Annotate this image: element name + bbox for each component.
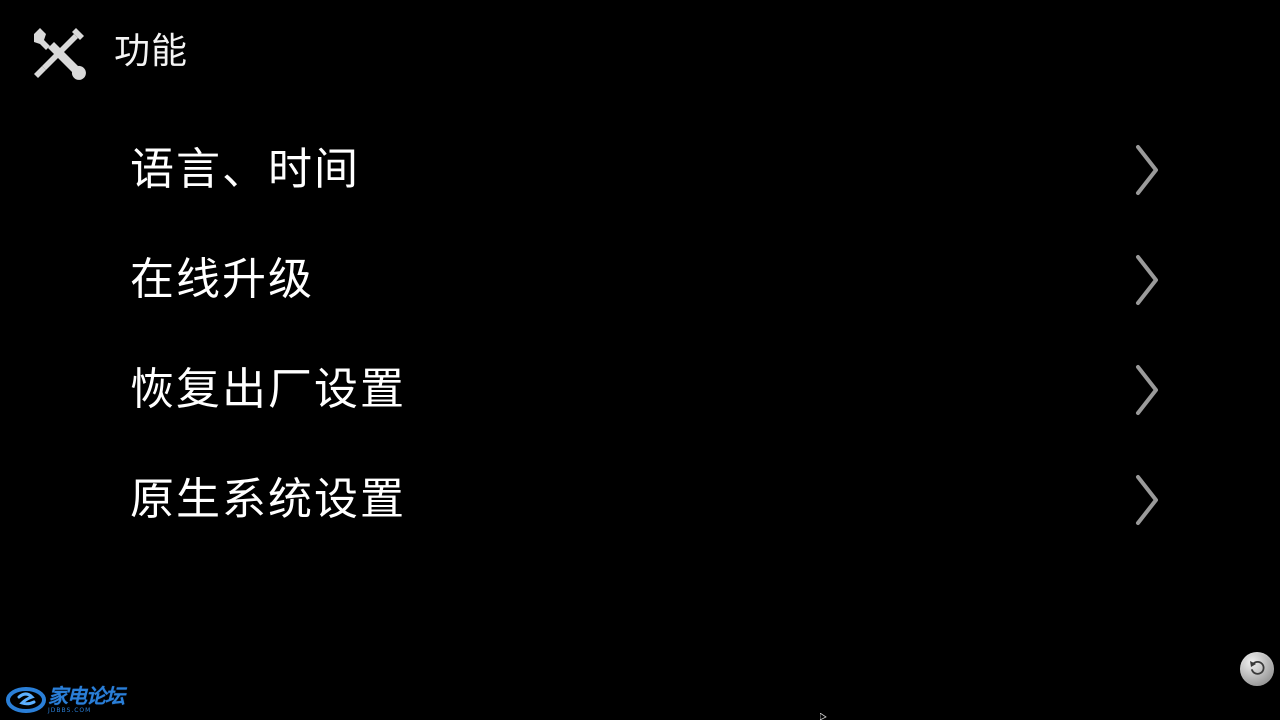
chevron-right-icon <box>1132 143 1162 197</box>
watermark-text-group: 家电论坛 JDBBS.COM <box>48 684 125 714</box>
menu-item-native-system-settings[interactable]: 原生系统设置 <box>130 445 1170 555</box>
page-title: 功能 <box>114 31 189 72</box>
menu-item-label: 原生系统设置 <box>130 474 406 525</box>
chevron-right-icon <box>1132 363 1162 417</box>
settings-menu: 语言、时间 在线升级 恢复出厂设置 原生系统设置 <box>130 115 1170 555</box>
watermark-logo: 家电论坛 JDBBS.COM <box>6 682 125 718</box>
tools-icon <box>28 22 88 82</box>
chevron-right-icon <box>1132 253 1162 307</box>
menu-item-label: 在线升级 <box>130 254 314 305</box>
settings-screen: 功能 语言、时间 在线升级 恢复出厂设置 原生系统设置 家电论坛 JDBBS.C… <box>0 0 1280 720</box>
menu-item-factory-reset[interactable]: 恢复出厂设置 <box>130 335 1170 445</box>
watermark-text: 家电论坛 <box>48 684 125 708</box>
watermark-subtext: JDBBS.COM <box>48 707 92 714</box>
header: 功能 <box>28 22 188 82</box>
menu-item-language-time[interactable]: 语言、时间 <box>130 115 1170 225</box>
menu-item-label: 语言、时间 <box>130 144 360 195</box>
chevron-right-icon <box>1132 473 1162 527</box>
menu-item-label: 恢复出厂设置 <box>130 364 406 415</box>
back-button[interactable] <box>1240 652 1274 686</box>
watermark-swirl-icon <box>6 687 46 713</box>
back-icon <box>1246 656 1268 682</box>
mouse-cursor-icon <box>820 713 827 720</box>
menu-item-online-upgrade[interactable]: 在线升级 <box>130 225 1170 335</box>
